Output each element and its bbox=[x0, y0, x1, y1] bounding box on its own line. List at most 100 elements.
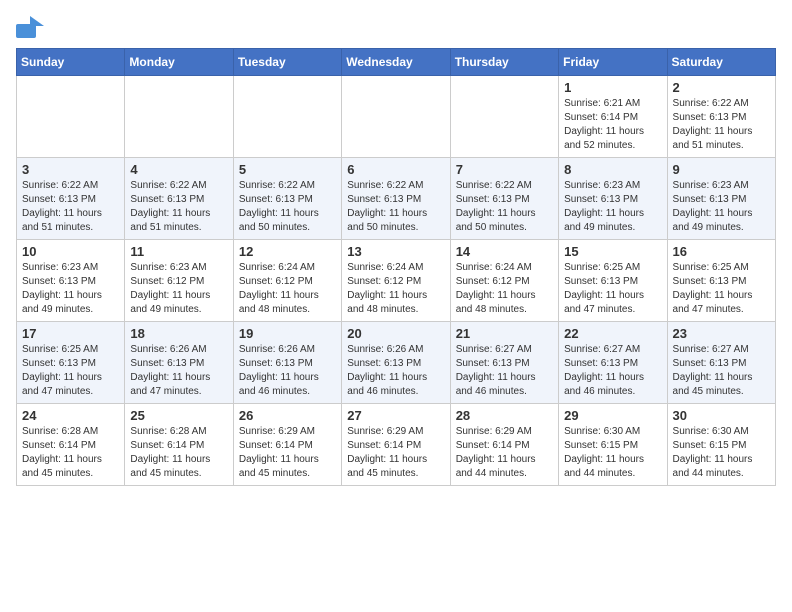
day-cell: 22 Sunrise: 6:27 AM Sunset: 6:13 PM Dayli… bbox=[559, 322, 667, 404]
day-cell: 15 Sunrise: 6:25 AM Sunset: 6:13 PM Dayli… bbox=[559, 240, 667, 322]
day-cell: 1 Sunrise: 6:21 AM Sunset: 6:14 PM Daylig… bbox=[559, 76, 667, 158]
day-info: Sunrise: 6:30 AM Sunset: 6:15 PM Dayligh… bbox=[564, 425, 661, 481]
day-info: Sunrise: 6:29 AM Sunset: 6:14 PM Dayligh… bbox=[239, 425, 336, 481]
day-cell: 9Sunrise: 6:23 AM Sunset: 6:13 PM Daylig… bbox=[667, 158, 775, 240]
day-cell: 29 Sunrise: 6:30 AM Sunset: 6:15 PM Dayli… bbox=[559, 404, 667, 486]
day-number: 2 bbox=[673, 80, 770, 95]
day-cell: 23 Sunrise: 6:27 AM Sunset: 6:13 PM Dayli… bbox=[667, 322, 775, 404]
day-cell: 7Sunrise: 6:22 AM Sunset: 6:13 PM Daylig… bbox=[450, 158, 558, 240]
day-cell: 10 Sunrise: 6:23 AM Sunset: 6:13 PM Dayli… bbox=[17, 240, 125, 322]
day-number: 15 bbox=[564, 244, 661, 259]
day-info: Sunrise: 6:29 AM Sunset: 6:14 PM Dayligh… bbox=[347, 425, 444, 481]
calendar-header-row: SundayMondayTuesdayWednesdayThursdayFrid… bbox=[17, 49, 776, 76]
day-number: 21 bbox=[456, 326, 553, 341]
day-info: Sunrise: 6:29 AM Sunset: 6:14 PM Dayligh… bbox=[456, 425, 553, 481]
day-cell bbox=[233, 76, 341, 158]
day-cell: 13 Sunrise: 6:24 AM Sunset: 6:12 PM Dayli… bbox=[342, 240, 450, 322]
col-header-wednesday: Wednesday bbox=[342, 49, 450, 76]
week-row-4: 17 Sunrise: 6:25 AM Sunset: 6:13 PM Dayli… bbox=[17, 322, 776, 404]
day-info: Sunrise: 6:23 AM Sunset: 6:13 PM Dayligh… bbox=[22, 261, 119, 317]
week-row-5: 24Sunrise: 6:28 AM Sunset: 6:14 PM Dayli… bbox=[17, 404, 776, 486]
week-row-2: 3 Sunrise: 6:22 AM Sunset: 6:13 PM Daylig… bbox=[17, 158, 776, 240]
day-number: 1 bbox=[564, 80, 661, 95]
day-info: Sunrise: 6:22 AM Sunset: 6:13 PM Dayligh… bbox=[673, 97, 770, 153]
col-header-friday: Friday bbox=[559, 49, 667, 76]
col-header-sunday: Sunday bbox=[17, 49, 125, 76]
day-cell bbox=[17, 76, 125, 158]
day-number: 3 bbox=[22, 162, 119, 177]
day-number: 19 bbox=[239, 326, 336, 341]
col-header-saturday: Saturday bbox=[667, 49, 775, 76]
day-cell: 25 Sunrise: 6:28 AM Sunset: 6:14 PM Dayli… bbox=[125, 404, 233, 486]
day-number: 11 bbox=[130, 244, 227, 259]
day-cell: 14Sunrise: 6:24 AM Sunset: 6:12 PM Dayli… bbox=[450, 240, 558, 322]
day-cell bbox=[450, 76, 558, 158]
day-number: 13 bbox=[347, 244, 444, 259]
day-info: Sunrise: 6:27 AM Sunset: 6:13 PM Dayligh… bbox=[673, 343, 770, 399]
day-info: Sunrise: 6:24 AM Sunset: 6:12 PM Dayligh… bbox=[347, 261, 444, 317]
day-number: 12 bbox=[239, 244, 336, 259]
day-info: Sunrise: 6:22 AM Sunset: 6:13 PM Dayligh… bbox=[239, 179, 336, 235]
day-number: 7 bbox=[456, 162, 553, 177]
logo bbox=[16, 16, 48, 38]
day-info: Sunrise: 6:21 AM Sunset: 6:14 PM Dayligh… bbox=[564, 97, 661, 153]
day-number: 10 bbox=[22, 244, 119, 259]
day-info: Sunrise: 6:24 AM Sunset: 6:12 PM Dayligh… bbox=[239, 261, 336, 317]
day-cell: 4Sunrise: 6:22 AM Sunset: 6:13 PM Daylig… bbox=[125, 158, 233, 240]
day-cell: 16 Sunrise: 6:25 AM Sunset: 6:13 PM Dayli… bbox=[667, 240, 775, 322]
day-cell: 17 Sunrise: 6:25 AM Sunset: 6:13 PM Dayli… bbox=[17, 322, 125, 404]
logo-icon bbox=[16, 16, 44, 38]
day-cell: 24Sunrise: 6:28 AM Sunset: 6:14 PM Dayli… bbox=[17, 404, 125, 486]
day-cell: 6 Sunrise: 6:22 AM Sunset: 6:13 PM Daylig… bbox=[342, 158, 450, 240]
day-info: Sunrise: 6:26 AM Sunset: 6:13 PM Dayligh… bbox=[130, 343, 227, 399]
day-number: 16 bbox=[673, 244, 770, 259]
day-number: 27 bbox=[347, 408, 444, 423]
day-number: 26 bbox=[239, 408, 336, 423]
week-row-3: 10 Sunrise: 6:23 AM Sunset: 6:13 PM Dayli… bbox=[17, 240, 776, 322]
day-number: 18 bbox=[130, 326, 227, 341]
day-info: Sunrise: 6:27 AM Sunset: 6:13 PM Dayligh… bbox=[456, 343, 553, 399]
day-number: 22 bbox=[564, 326, 661, 341]
header bbox=[16, 16, 776, 38]
day-info: Sunrise: 6:22 AM Sunset: 6:13 PM Dayligh… bbox=[347, 179, 444, 235]
day-info: Sunrise: 6:30 AM Sunset: 6:15 PM Dayligh… bbox=[673, 425, 770, 481]
day-number: 30 bbox=[673, 408, 770, 423]
col-header-tuesday: Tuesday bbox=[233, 49, 341, 76]
day-info: Sunrise: 6:26 AM Sunset: 6:13 PM Dayligh… bbox=[347, 343, 444, 399]
day-cell: 8Sunrise: 6:23 AM Sunset: 6:13 PM Daylig… bbox=[559, 158, 667, 240]
day-cell: 20 Sunrise: 6:26 AM Sunset: 6:13 PM Dayli… bbox=[342, 322, 450, 404]
day-number: 29 bbox=[564, 408, 661, 423]
day-cell: 18 Sunrise: 6:26 AM Sunset: 6:13 PM Dayli… bbox=[125, 322, 233, 404]
day-number: 5 bbox=[239, 162, 336, 177]
day-info: Sunrise: 6:22 AM Sunset: 6:13 PM Dayligh… bbox=[22, 179, 119, 235]
day-cell: 2 Sunrise: 6:22 AM Sunset: 6:13 PM Daylig… bbox=[667, 76, 775, 158]
day-info: Sunrise: 6:28 AM Sunset: 6:14 PM Dayligh… bbox=[22, 425, 119, 481]
col-header-thursday: Thursday bbox=[450, 49, 558, 76]
day-number: 23 bbox=[673, 326, 770, 341]
day-cell bbox=[125, 76, 233, 158]
day-number: 20 bbox=[347, 326, 444, 341]
day-cell: 27 Sunrise: 6:29 AM Sunset: 6:14 PM Dayli… bbox=[342, 404, 450, 486]
day-info: Sunrise: 6:27 AM Sunset: 6:13 PM Dayligh… bbox=[564, 343, 661, 399]
day-number: 9 bbox=[673, 162, 770, 177]
day-cell: 28Sunrise: 6:29 AM Sunset: 6:14 PM Dayli… bbox=[450, 404, 558, 486]
day-info: Sunrise: 6:22 AM Sunset: 6:13 PM Dayligh… bbox=[130, 179, 227, 235]
day-number: 25 bbox=[130, 408, 227, 423]
day-info: Sunrise: 6:25 AM Sunset: 6:13 PM Dayligh… bbox=[673, 261, 770, 317]
calendar-table: SundayMondayTuesdayWednesdayThursdayFrid… bbox=[16, 48, 776, 486]
day-cell: 11Sunrise: 6:23 AM Sunset: 6:12 PM Dayli… bbox=[125, 240, 233, 322]
day-info: Sunrise: 6:24 AM Sunset: 6:12 PM Dayligh… bbox=[456, 261, 553, 317]
day-number: 17 bbox=[22, 326, 119, 341]
col-header-monday: Monday bbox=[125, 49, 233, 76]
day-cell: 12 Sunrise: 6:24 AM Sunset: 6:12 PM Dayli… bbox=[233, 240, 341, 322]
day-cell: 21 Sunrise: 6:27 AM Sunset: 6:13 PM Dayli… bbox=[450, 322, 558, 404]
day-info: Sunrise: 6:25 AM Sunset: 6:13 PM Dayligh… bbox=[564, 261, 661, 317]
day-info: Sunrise: 6:25 AM Sunset: 6:13 PM Dayligh… bbox=[22, 343, 119, 399]
day-cell bbox=[342, 76, 450, 158]
week-row-1: 1 Sunrise: 6:21 AM Sunset: 6:14 PM Daylig… bbox=[17, 76, 776, 158]
day-cell: 26 Sunrise: 6:29 AM Sunset: 6:14 PM Dayli… bbox=[233, 404, 341, 486]
day-cell: 5 Sunrise: 6:22 AM Sunset: 6:13 PM Daylig… bbox=[233, 158, 341, 240]
day-info: Sunrise: 6:28 AM Sunset: 6:14 PM Dayligh… bbox=[130, 425, 227, 481]
day-number: 6 bbox=[347, 162, 444, 177]
day-cell: 30 Sunrise: 6:30 AM Sunset: 6:15 PM Dayli… bbox=[667, 404, 775, 486]
